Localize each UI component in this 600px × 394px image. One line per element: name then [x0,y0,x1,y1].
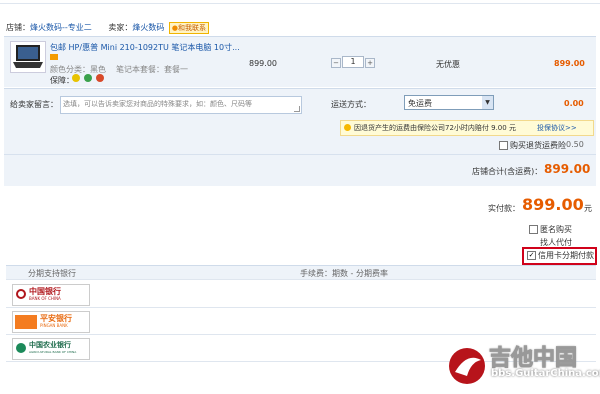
resize-handle-icon[interactable] [294,106,300,112]
shipping-fee: 0.00 [564,99,584,108]
insurance-checkbox-label: 购买退货运费险 [510,141,566,150]
guarantee-icon-3[interactable] [96,74,104,82]
anonymous-checkbox[interactable] [529,225,538,234]
actual-payment-label: 实付款： [488,204,520,213]
seller-badge-icon [50,54,58,60]
bank-option-boc[interactable]: 中国银行 BANK OF CHINA [12,284,90,306]
store-total-value: 899.00 [544,162,591,176]
bank-option-abc[interactable]: 中国农业银行 AGRICULTURAL BANK OF CHINA [12,338,90,360]
item-discount: 无优惠 [436,60,460,69]
abc-name-cn: 中国农业银行 [29,341,71,349]
message-placeholder: 选填，可以告诉卖家您对商品的特殊要求，如：颜色、尺码等 [63,100,252,108]
message-textarea[interactable]: 选填，可以告诉卖家您对商品的特殊要求，如：颜色、尺码等 [60,96,302,114]
contact-seller-button[interactable]: ●和我联系 [168,22,209,34]
installment-table-header: 分期支持银行 手续费：期数 - 分期费率 [6,265,596,280]
seller-label: 卖家： [108,23,133,32]
store-label: 店铺： [6,23,30,32]
shipping-selected-value: 免运费 [408,99,432,108]
unit-price: 899.00 [249,59,277,68]
item-package: 笔记本套餐：套餐一 [116,65,188,74]
order-options-panel: 给卖家留言： 选填，可以告诉卖家您对商品的特殊要求，如：颜色、尺码等 运送方式：… [4,88,596,186]
pingan-name-en: PINGAN BANK [40,323,68,328]
shipping-label: 运送方式： [331,100,371,109]
pingan-logo-icon [15,315,37,329]
product-thumbnail[interactable] [10,41,46,73]
item-panel: 包邮 HP/惠普 Mini 210-1092TU 笔记本电脑 10寸... 颜色… [4,36,596,87]
watermark-url: bbs.GuitarChina.com [491,368,600,379]
quantity-decrease-button[interactable]: − [331,58,341,68]
boc-logo-icon [16,289,26,299]
insurance-note-box: 因退货产生的运费由保险公司72小时内赔付 9.00 元 投保协议>> [340,120,594,136]
anonymous-label: 匿名购买 [540,225,572,234]
insurance-note-text: 因退货产生的运费由保险公司72小时内赔付 9.00 元 [354,124,516,132]
seller-name-link[interactable]: 烽火数码 [132,23,164,32]
guarantee-icon-1[interactable] [72,74,80,82]
installment-label: 信用卡分期付款 [538,251,594,260]
chevron-down-icon[interactable]: ▼ [482,96,493,109]
guarantee-label: 保障： [50,76,74,85]
guitarchina-watermark: 吉他中国 bbs.GuitarChina.com [445,338,600,392]
guarantee-icon-2[interactable] [84,74,92,82]
laptop-image [13,45,43,68]
store-total-label: 店铺合计(含运费)： [472,167,543,176]
insurance-fee: 0.50 [566,140,584,149]
abc-name-en: AGRICULTURAL BANK OF CHINA [29,350,77,354]
store-name-link[interactable]: 烽火数码--专业二 [30,23,92,32]
boc-name-en: BANK OF CHINA [29,296,61,301]
shipping-select[interactable]: 免运费 ▼ [404,95,494,110]
header-fee: 手续费：期数 - 分期费率 [300,269,388,278]
installment-checkbox[interactable]: ✓ [527,251,536,260]
bulb-icon [344,124,351,131]
item-subtotal: 899.00 [554,59,585,68]
quantity-increase-button[interactable]: + [365,58,375,68]
insurance-checkbox[interactable] [499,141,508,150]
bank-option-pingan[interactable]: 平安银行 PINGAN BANK [12,311,90,333]
guitar-logo-icon [449,348,485,384]
abc-logo-icon [16,343,26,353]
store-row: 店铺：烽火数码--专业二 卖家：烽火数码 ●和我联系 [6,22,596,34]
message-label: 给卖家留言： [10,100,58,109]
quantity-input[interactable]: 1 [342,56,364,68]
item-title-link[interactable]: 包邮 HP/惠普 Mini 210-1092TU 笔记本电脑 10寸... [50,42,240,53]
insurance-agreement-link[interactable]: 投保协议>> [537,123,577,133]
currency-unit: 元 [584,204,592,213]
header-bank: 分期支持银行 [28,269,76,278]
actual-payment-value: 899.00 [522,195,584,214]
